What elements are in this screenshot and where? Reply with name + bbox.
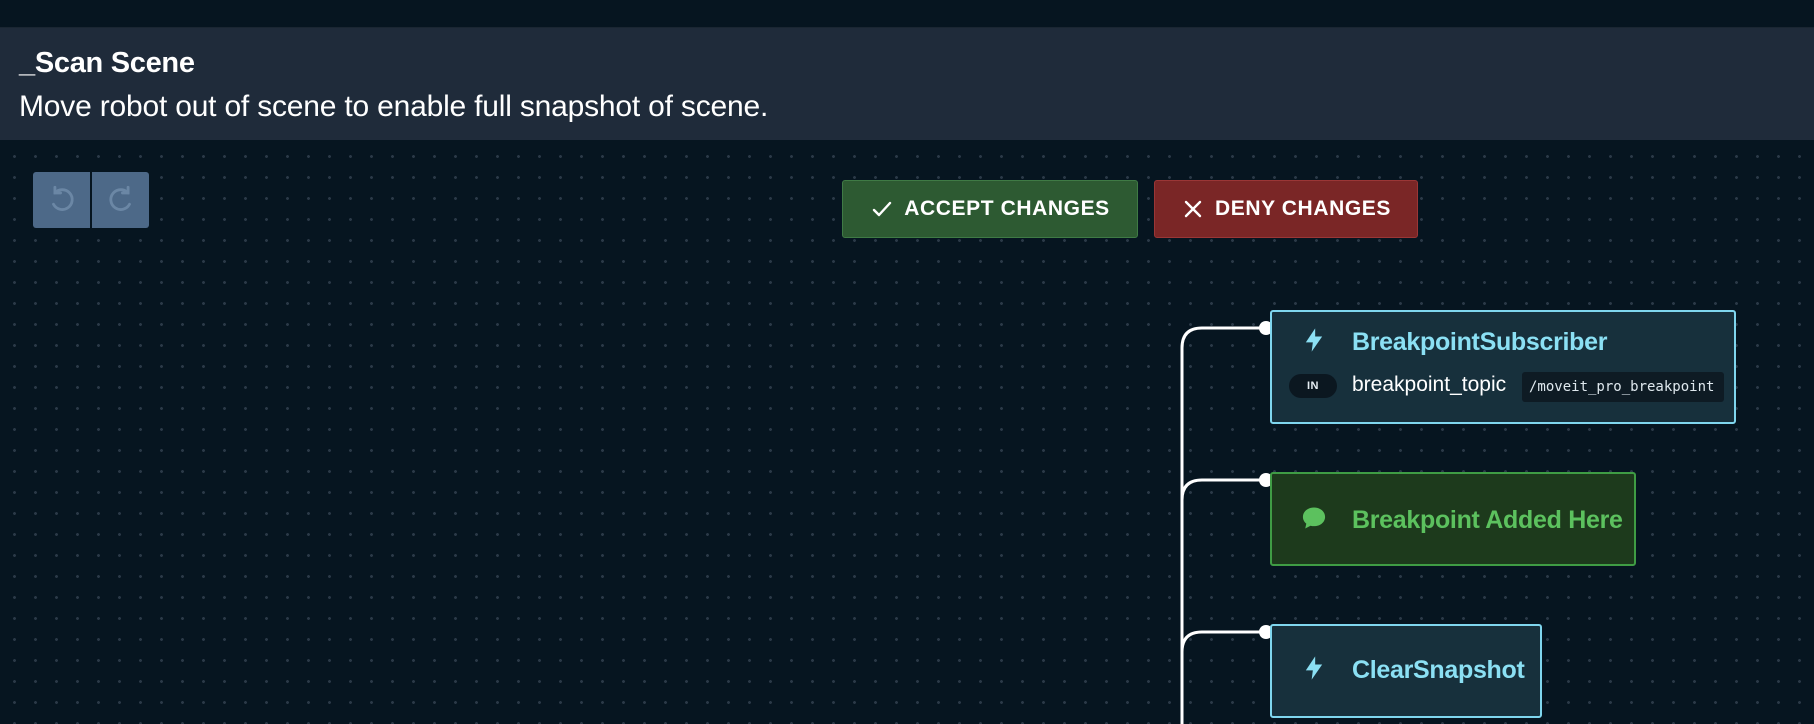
node-clear-snapshot[interactable]: ClearSnapshot — [1270, 624, 1542, 718]
lightning-icon — [1305, 656, 1323, 680]
node-label: Breakpoint Added Here — [1352, 506, 1623, 534]
node-label: ClearSnapshot — [1352, 656, 1525, 684]
top-bar — [0, 0, 1814, 28]
port-direction-badge: IN — [1289, 374, 1337, 398]
behavior-tree-canvas[interactable]: ACCEPT CHANGES DENY CHANGES BreakpointSu… — [0, 140, 1814, 724]
port-value-field[interactable]: /moveit_pro_breakpoint — [1522, 372, 1724, 402]
behavior-header: _Scan Scene Move robot out of scene to e… — [0, 28, 1814, 140]
edge-breakpoint-comment — [1180, 478, 1265, 540]
lightning-icon — [1305, 328, 1323, 352]
edge-clear-snapshot — [1180, 630, 1265, 724]
node-breakpoint-comment[interactable]: Breakpoint Added Here — [1270, 472, 1636, 566]
node-breakpoint-subscriber[interactable]: BreakpointSubscriber IN breakpoint_topic… — [1270, 310, 1736, 424]
behavior-title: _Scan Scene — [19, 47, 195, 79]
port-name: breakpoint_topic — [1352, 373, 1507, 396]
speech-bubble-icon — [1302, 507, 1326, 529]
node-label: BreakpointSubscriber — [1352, 328, 1608, 356]
edge-breakpoint-subscriber — [1180, 326, 1265, 724]
behavior-description: Move robot out of scene to enable full s… — [19, 90, 769, 123]
